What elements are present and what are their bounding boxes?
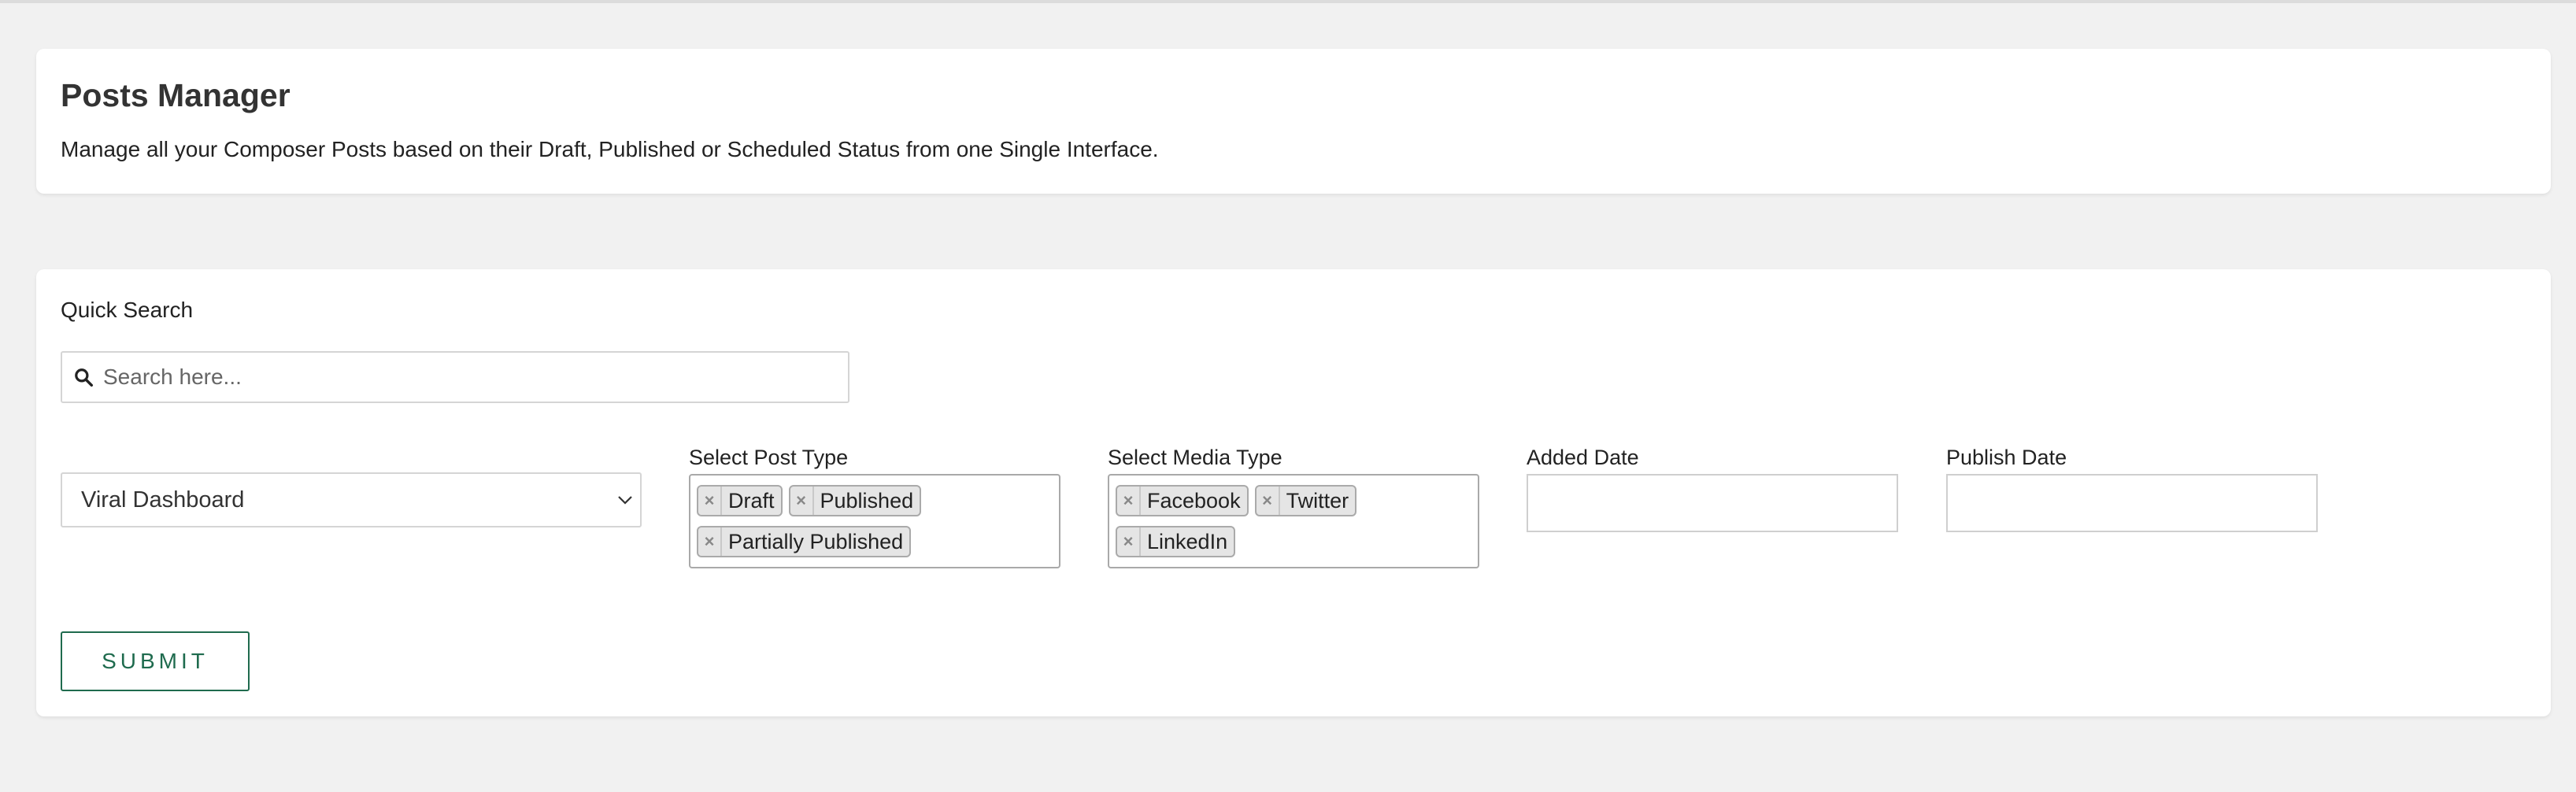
added-date-input[interactable] [1527, 474, 1898, 532]
media-type-tag-label: Twitter [1286, 488, 1349, 513]
search-box[interactable] [61, 351, 849, 403]
chevron-down-icon [618, 496, 632, 505]
added-date-label: Added Date [1527, 446, 1639, 469]
top-divider [0, 0, 2576, 3]
media-type-tag-label: LinkedIn [1147, 529, 1228, 553]
media-type-multiselect[interactable]: × Facebook × Twitter × LinkedIn [1108, 474, 1479, 568]
close-icon[interactable]: × [790, 487, 814, 515]
post-type-multiselect[interactable]: × Draft × Published × Partially Publishe… [689, 474, 1060, 568]
close-icon[interactable]: × [698, 527, 722, 556]
dashboard-select[interactable]: Viral Dashboard [61, 472, 642, 527]
media-type-tag[interactable]: × Facebook [1116, 485, 1249, 516]
post-type-tag-label: Draft [728, 488, 775, 513]
close-icon[interactable]: × [1257, 487, 1280, 515]
close-icon[interactable]: × [1117, 527, 1141, 556]
publish-date-input[interactable] [1946, 474, 2318, 532]
page-title: Posts Manager [61, 77, 291, 113]
media-type-tag-label: Facebook [1147, 488, 1241, 513]
quick-search-label: Quick Search [61, 298, 194, 322]
media-type-tag[interactable]: × LinkedIn [1116, 526, 1236, 557]
filter-card: Quick Search Viral Dashboard Select Post… [36, 269, 2551, 716]
media-type-label: Select Media Type [1108, 446, 1282, 469]
post-type-tag-label: Partially Published [728, 529, 904, 553]
post-type-label: Select Post Type [689, 446, 849, 469]
header-card: Posts Manager Manage all your Composer P… [36, 49, 2551, 194]
post-type-tag[interactable]: × Partially Published [697, 526, 912, 557]
close-icon[interactable]: × [1117, 487, 1141, 515]
close-icon[interactable]: × [698, 487, 722, 515]
post-type-tag[interactable]: × Draft [697, 485, 783, 516]
search-input[interactable] [102, 352, 848, 402]
post-type-tag-label: Published [820, 488, 914, 513]
search-icon [75, 368, 94, 387]
media-type-tag[interactable]: × Twitter [1254, 485, 1357, 516]
page-description: Manage all your Composer Posts based on … [61, 137, 1159, 161]
publish-date-label: Publish Date [1946, 446, 2067, 469]
submit-button[interactable]: SUBMIT [61, 631, 250, 691]
dashboard-select-value: Viral Dashboard [81, 487, 245, 513]
post-type-tag[interactable]: × Published [788, 485, 922, 516]
